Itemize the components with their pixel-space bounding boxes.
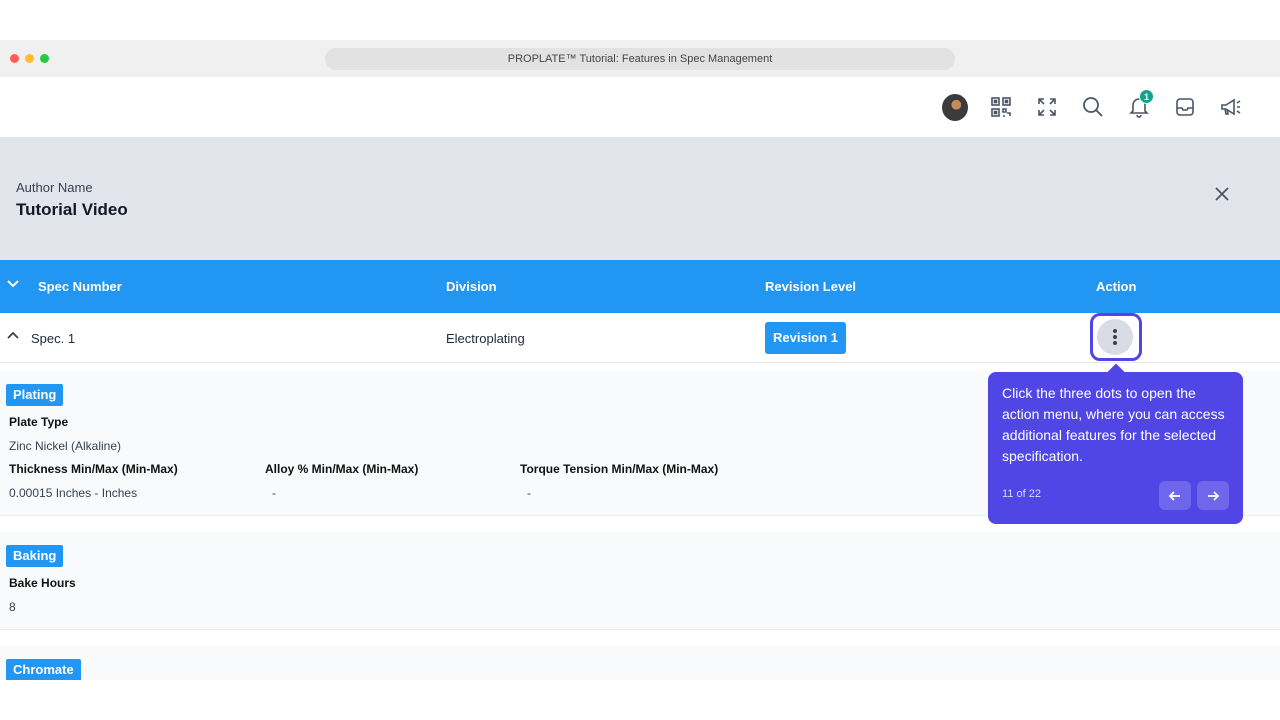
chromate-tag: Chromate: [6, 659, 81, 680]
baking-section: Baking Bake Hours 8: [0, 532, 1280, 630]
close-icon[interactable]: [1212, 184, 1232, 204]
division-cell: Electroplating: [446, 331, 525, 346]
fullscreen-icon[interactable]: [1034, 94, 1060, 120]
browser-titlebar: PROPLATE™ Tutorial: Features in Spec Man…: [0, 40, 1280, 77]
tooltip-step-counter: 11 of 22: [1002, 488, 1041, 500]
action-menu-button[interactable]: [1097, 319, 1133, 355]
arrow-left-icon: [1168, 490, 1180, 501]
table-header: Spec Number Division Revision Level Acti…: [0, 260, 1280, 313]
column-spec-number[interactable]: Spec Number: [38, 279, 122, 294]
alloy-label: Alloy % Min/Max (Min-Max): [265, 462, 419, 476]
window-controls: [10, 54, 49, 63]
address-bar[interactable]: PROPLATE™ Tutorial: Features in Spec Man…: [325, 48, 955, 70]
browser-window: PROPLATE™ Tutorial: Features in Spec Man…: [0, 40, 1280, 680]
close-window-dot[interactable]: [10, 54, 19, 63]
alloy-value: -: [272, 486, 276, 500]
search-icon[interactable]: [1080, 94, 1106, 120]
column-division[interactable]: Division: [446, 279, 497, 294]
plate-type-value: Zinc Nickel (Alkaline): [9, 439, 122, 453]
thickness-value: 0.00015 Inches - Inches: [9, 486, 138, 500]
baking-tag: Baking: [6, 545, 64, 567]
top-padding: [0, 0, 1280, 40]
spec-header: Author Name Tutorial Video: [0, 138, 1280, 260]
plating-tag: Plating: [6, 384, 64, 406]
guide-tooltip: Click the three dots to open the action …: [988, 372, 1243, 524]
header-actions: 1: [942, 89, 1244, 121]
author-label: Author Name: [16, 180, 93, 195]
table-row[interactable]: Spec. 1 Electroplating Revision 1: [0, 313, 1280, 363]
chevron-up-icon[interactable]: [6, 329, 20, 346]
megaphone-icon[interactable]: [1218, 94, 1244, 120]
column-action: Action: [1096, 279, 1137, 294]
arrow-right-icon: [1208, 490, 1220, 501]
torque-value: -: [527, 486, 531, 500]
spec-number-cell: Spec. 1: [31, 331, 76, 346]
app-header: 1: [0, 77, 1280, 138]
plate-type-label: Plate Type: [9, 415, 69, 429]
column-revision-level[interactable]: Revision Level: [765, 279, 856, 294]
three-dots-icon: [1113, 329, 1117, 345]
qr-code-icon[interactable]: [988, 94, 1014, 120]
tooltip-prev-button[interactable]: [1159, 481, 1191, 510]
collapse-all-icon[interactable]: [6, 277, 20, 294]
tooltip-text: Click the three dots to open the action …: [1002, 385, 1225, 464]
maximize-window-dot[interactable]: [40, 54, 49, 63]
bake-hours-value: 8: [9, 600, 16, 614]
torque-label: Torque Tension Min/Max (Min-Max): [520, 462, 719, 476]
tooltip-next-button[interactable]: [1197, 481, 1229, 510]
avatar[interactable]: [942, 93, 968, 121]
bell-icon[interactable]: 1: [1126, 89, 1154, 120]
inbox-icon[interactable]: [1172, 94, 1198, 120]
author-name: Tutorial Video: [16, 200, 128, 219]
minimize-window-dot[interactable]: [25, 54, 34, 63]
thickness-label: Thickness Min/Max (Min-Max): [9, 462, 178, 476]
chromate-section: Chromate: [0, 646, 1280, 680]
bake-hours-label: Bake Hours: [9, 576, 76, 590]
revision-button[interactable]: Revision 1: [765, 322, 847, 354]
notification-badge: 1: [1139, 89, 1154, 104]
